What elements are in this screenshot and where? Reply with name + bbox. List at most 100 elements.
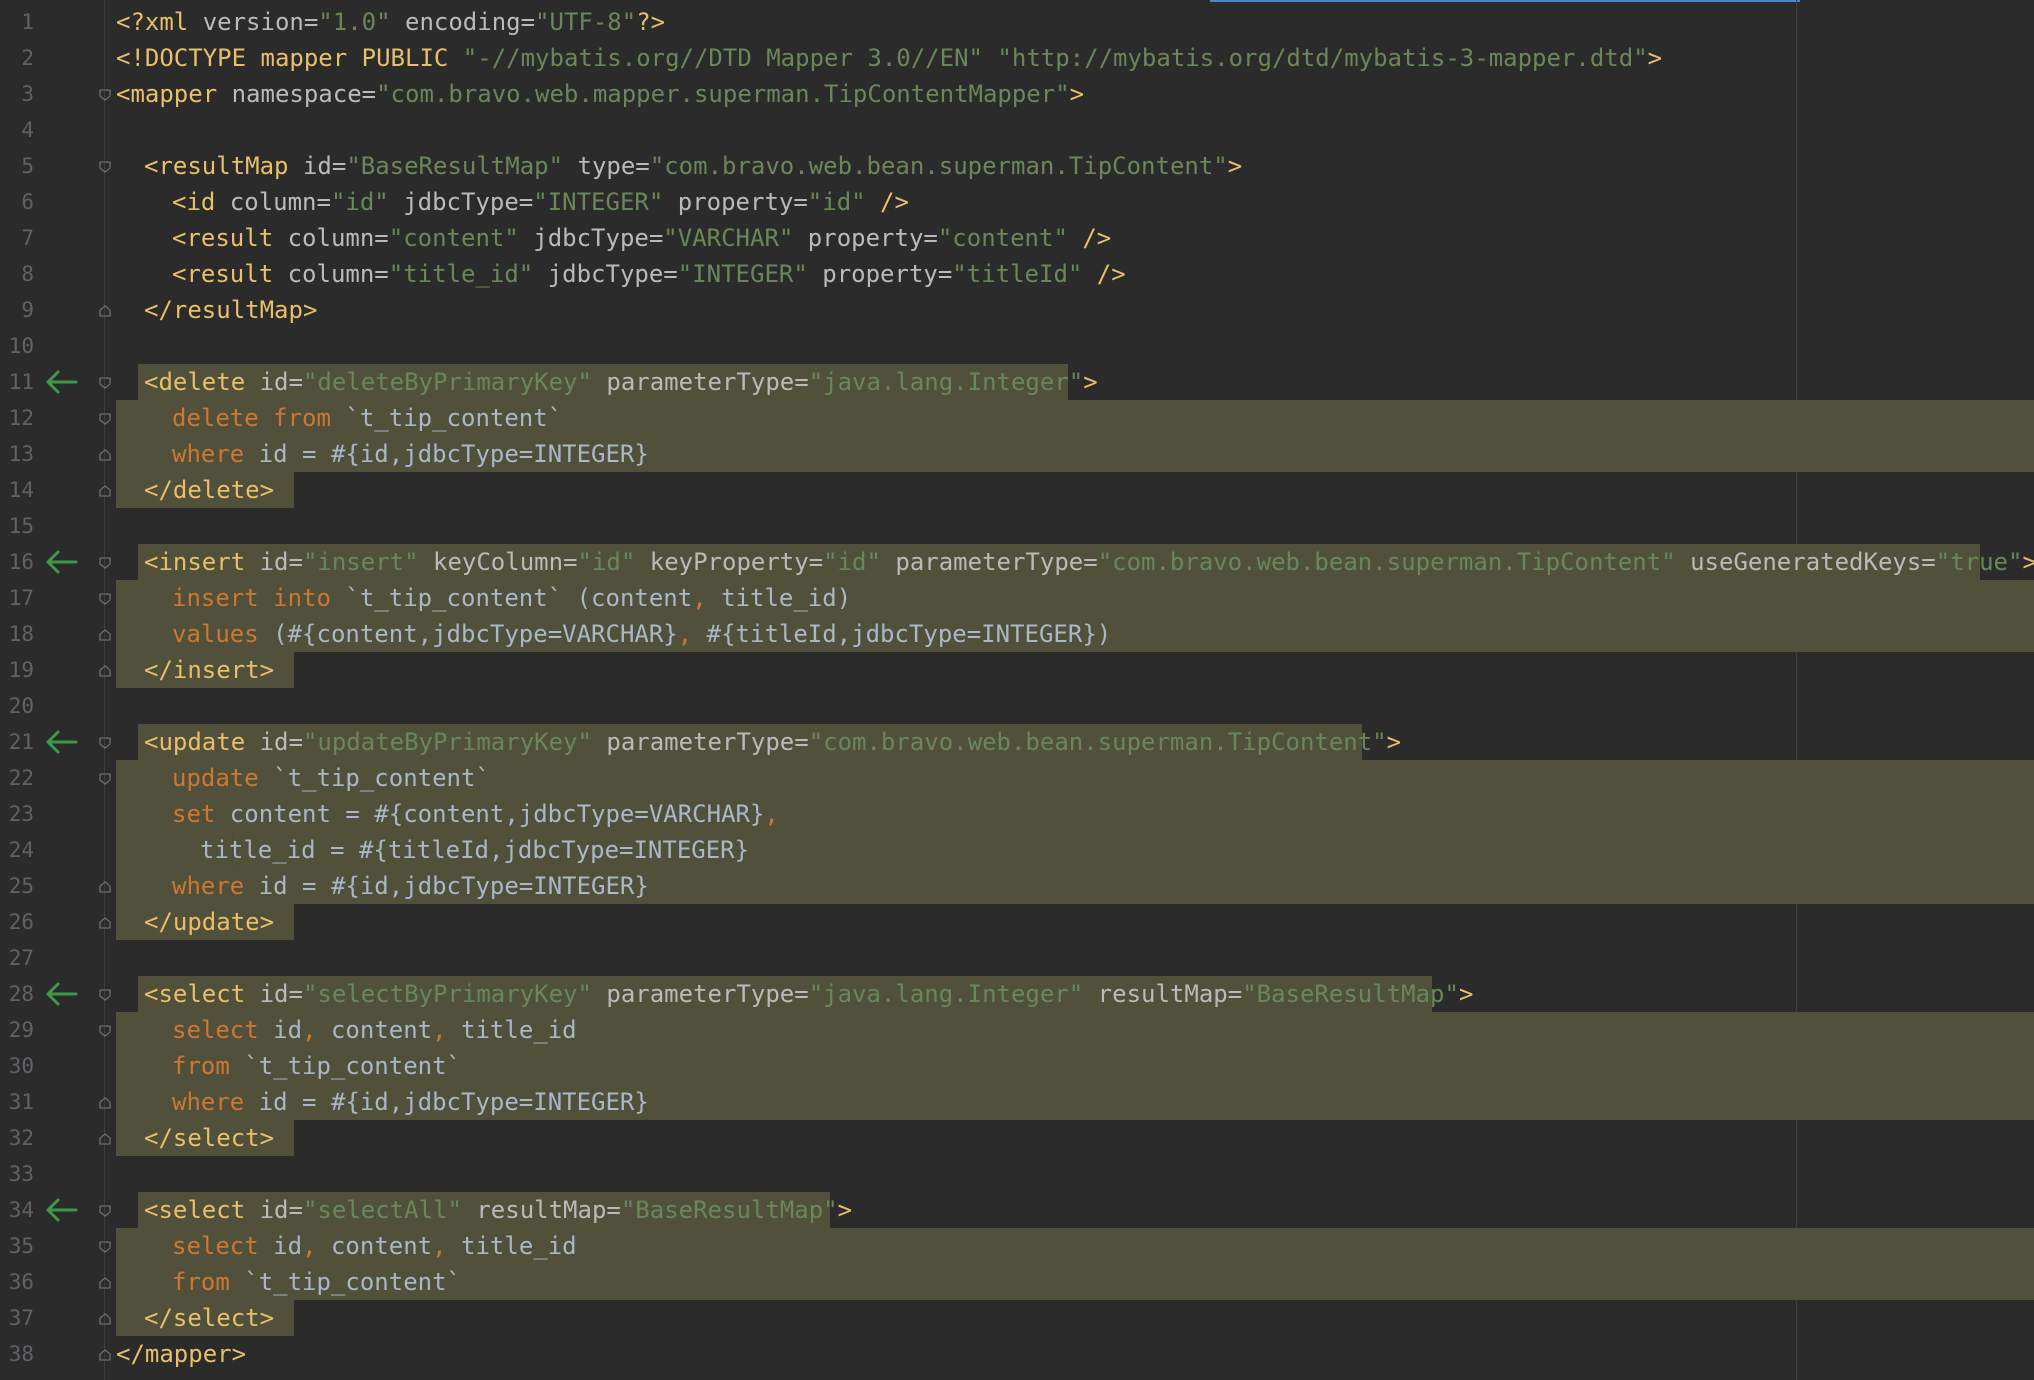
code-editor[interactable]: 1 <?xml version="1.0" encoding="UTF-8"?> 2… — [0, 0, 2034, 1380]
code-line[interactable]: 10 — [0, 328, 2034, 364]
code-text[interactable]: </delete> — [144, 472, 274, 508]
code-text[interactable]: </update> — [144, 904, 274, 940]
fold-open-icon[interactable] — [98, 1240, 112, 1254]
code-text[interactable]: insert into `t_tip_content` (content, ti… — [172, 580, 851, 616]
code-text[interactable]: where id = #{id,jdbcType=INTEGER} — [172, 868, 649, 904]
code-line[interactable]: 25 where id = #{id,jdbcType=INTEGER} — [0, 868, 2034, 904]
code-line[interactable]: 19 </insert> — [0, 652, 2034, 688]
fold-open-icon[interactable] — [98, 988, 112, 1002]
code-line[interactable]: 11 <delete id="deleteByPrimaryKey" parame… — [0, 364, 2034, 400]
code-line[interactable]: 6 <id column="id" jdbcType="INTEGER" prop… — [0, 184, 2034, 220]
code-text[interactable]: </select> — [144, 1300, 274, 1336]
fold-close-icon[interactable] — [98, 1096, 112, 1110]
fold-open-icon[interactable] — [98, 736, 112, 750]
implementation-arrow-icon[interactable] — [44, 549, 80, 575]
code-text[interactable]: <result column="content" jdbcType="VARCH… — [172, 220, 1111, 256]
fold-open-icon[interactable] — [98, 412, 112, 426]
code-line[interactable]: 35 select id, content, title_id — [0, 1228, 2034, 1264]
code-text[interactable]: </mapper> — [116, 1336, 246, 1372]
code-text[interactable]: <!DOCTYPE mapper PUBLIC "-//mybatis.org/… — [116, 40, 1662, 76]
code-line[interactable]: 32 </select> — [0, 1120, 2034, 1156]
code-line[interactable]: 5 <resultMap id="BaseResultMap" type="com… — [0, 148, 2034, 184]
fold-close-icon[interactable] — [98, 1312, 112, 1326]
code-line[interactable]: 30 from `t_tip_content` — [0, 1048, 2034, 1084]
code-line[interactable]: 16 <insert id="insert" keyColumn="id" key… — [0, 544, 2034, 580]
fold-open-icon[interactable] — [98, 88, 112, 102]
code-line[interactable]: 28 <select id="selectByPrimaryKey" parame… — [0, 976, 2034, 1012]
fold-open-icon[interactable] — [98, 556, 112, 570]
code-text[interactable]: <result column="title_id" jdbcType="INTE… — [172, 256, 1126, 292]
code-line[interactable]: 3 <mapper namespace="com.bravo.web.mapper… — [0, 76, 2034, 112]
code-line[interactable]: 21 <update id="updateByPrimaryKey" parame… — [0, 724, 2034, 760]
code-line[interactable]: 8 <result column="title_id" jdbcType="INT… — [0, 256, 2034, 292]
code-line[interactable]: 7 <result column="content" jdbcType="VARC… — [0, 220, 2034, 256]
code-text[interactable]: from `t_tip_content` — [172, 1048, 461, 1084]
code-line[interactable]: 34 <select id="selectAll" resultMap="Base… — [0, 1192, 2034, 1228]
code-text[interactable]: <id column="id" jdbcType="INTEGER" prope… — [172, 184, 909, 220]
code-text[interactable]: delete from `t_tip_content` — [172, 400, 562, 436]
fold-open-icon[interactable] — [98, 592, 112, 606]
code-line[interactable]: 22 update `t_tip_content` — [0, 760, 2034, 796]
code-text[interactable]: update `t_tip_content` — [172, 760, 490, 796]
fold-open-icon[interactable] — [98, 160, 112, 174]
code-line[interactable]: 1 <?xml version="1.0" encoding="UTF-8"?> — [0, 4, 2034, 40]
fold-open-icon[interactable] — [98, 376, 112, 390]
code-text[interactable]: set content = #{content,jdbcType=VARCHAR… — [172, 796, 779, 832]
code-text[interactable]: where id = #{id,jdbcType=INTEGER} — [172, 436, 649, 472]
fold-open-icon[interactable] — [98, 772, 112, 786]
implementation-arrow-icon[interactable] — [44, 1197, 80, 1223]
implementation-arrow-icon[interactable] — [44, 981, 80, 1007]
code-text[interactable]: <?xml version="1.0" encoding="UTF-8"?> — [116, 4, 665, 40]
code-text[interactable]: where id = #{id,jdbcType=INTEGER} — [172, 1084, 649, 1120]
implementation-arrow-icon[interactable] — [44, 369, 80, 395]
fold-close-icon[interactable] — [98, 1276, 112, 1290]
code-text[interactable]: <select id="selectByPrimaryKey" paramete… — [144, 976, 1473, 1012]
code-line[interactable]: 26 </update> — [0, 904, 2034, 940]
code-text[interactable]: <select id="selectAll" resultMap="BaseRe… — [144, 1192, 852, 1228]
fold-open-icon[interactable] — [98, 1024, 112, 1038]
implementation-arrow-icon[interactable] — [44, 729, 80, 755]
code-line[interactable]: 20 — [0, 688, 2034, 724]
fold-close-icon[interactable] — [98, 664, 112, 678]
code-line[interactable]: 23 set content = #{content,jdbcType=VARCH… — [0, 796, 2034, 832]
code-line[interactable]: 2 <!DOCTYPE mapper PUBLIC "-//mybatis.org… — [0, 40, 2034, 76]
code-line[interactable]: 4 — [0, 112, 2034, 148]
code-line[interactable]: 13 where id = #{id,jdbcType=INTEGER} — [0, 436, 2034, 472]
code-text[interactable]: <update id="updateByPrimaryKey" paramete… — [144, 724, 1401, 760]
fold-open-icon[interactable] — [98, 1204, 112, 1218]
code-line[interactable]: 17 insert into `t_tip_content` (content, … — [0, 580, 2034, 616]
code-line[interactable]: 33 — [0, 1156, 2034, 1192]
code-line[interactable]: 27 — [0, 940, 2034, 976]
code-text[interactable]: select id, content, title_id — [172, 1012, 577, 1048]
code-line[interactable]: 38 </mapper> — [0, 1336, 2034, 1372]
code-text[interactable]: </select> — [144, 1120, 274, 1156]
fold-close-icon[interactable] — [98, 448, 112, 462]
code-text[interactable]: <delete id="deleteByPrimaryKey" paramete… — [144, 364, 1098, 400]
code-text[interactable]: <insert id="insert" keyColumn="id" keyPr… — [144, 544, 2034, 580]
fold-close-icon[interactable] — [98, 1132, 112, 1146]
code-text[interactable]: values (#{content,jdbcType=VARCHAR}, #{t… — [172, 616, 1111, 652]
code-line[interactable]: 12 delete from `t_tip_content` — [0, 400, 2034, 436]
code-line[interactable]: 18 values (#{content,jdbcType=VARCHAR}, #… — [0, 616, 2034, 652]
code-text[interactable]: select id, content, title_id — [172, 1228, 577, 1264]
code-text[interactable]: <mapper namespace="com.bravo.web.mapper.… — [116, 76, 1084, 112]
code-line[interactable]: 9 </resultMap> — [0, 292, 2034, 328]
code-line[interactable]: 24 title_id = #{titleId,jdbcType=INTEGER} — [0, 832, 2034, 868]
code-line[interactable]: 37 </select> — [0, 1300, 2034, 1336]
fold-close-icon[interactable] — [98, 304, 112, 318]
fold-close-icon[interactable] — [98, 880, 112, 894]
fold-close-icon[interactable] — [98, 484, 112, 498]
fold-close-icon[interactable] — [98, 916, 112, 930]
code-text[interactable]: </resultMap> — [144, 292, 317, 328]
fold-close-icon[interactable] — [98, 628, 112, 642]
code-text[interactable]: </insert> — [144, 652, 274, 688]
code-text[interactable]: from `t_tip_content` — [172, 1264, 461, 1300]
code-line[interactable]: 14 </delete> — [0, 472, 2034, 508]
code-line[interactable]: 31 where id = #{id,jdbcType=INTEGER} — [0, 1084, 2034, 1120]
code-text[interactable]: title_id = #{titleId,jdbcType=INTEGER} — [200, 832, 749, 868]
code-text[interactable]: <resultMap id="BaseResultMap" type="com.… — [144, 148, 1242, 184]
code-line[interactable]: 36 from `t_tip_content` — [0, 1264, 2034, 1300]
code-line[interactable]: 15 — [0, 508, 2034, 544]
code-line[interactable]: 29 select id, content, title_id — [0, 1012, 2034, 1048]
fold-close-icon[interactable] — [98, 1348, 112, 1362]
